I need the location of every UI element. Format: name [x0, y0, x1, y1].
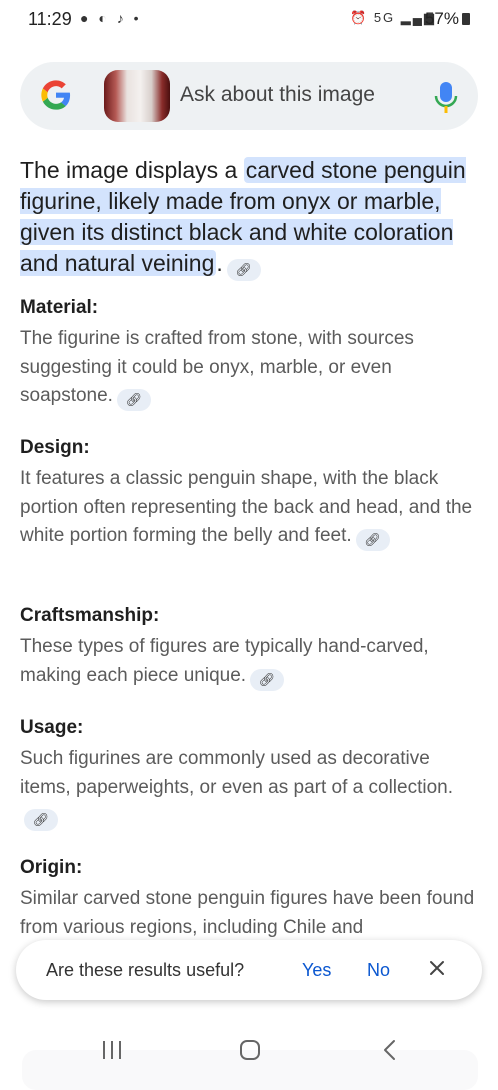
home-icon[interactable] — [239, 1039, 261, 1061]
section-body-text: Such figurines are commonly used as deco… — [20, 748, 454, 798]
status-bar: 11:29 ● ◐ ♪ • ⏰ 5G ▂▄▆ 57% — [0, 0, 498, 40]
source-link-icon[interactable]: 🔗︎ — [226, 259, 261, 281]
section-body-text: Similar carved stone penguin figures hav… — [20, 888, 475, 938]
source-link-icon[interactable]: 🔗︎ — [355, 529, 390, 551]
back-icon[interactable] — [382, 1039, 398, 1061]
close-icon[interactable] — [428, 959, 446, 977]
signal-icons: ⏰ 5G ▂▄▆ — [350, 10, 436, 25]
section-body: The figurine is crafted from stone, with… — [20, 325, 480, 411]
intro-text: The image displays a carved stone pengui… — [20, 155, 478, 281]
answer-intro: The image displays a carved stone pengui… — [20, 155, 478, 281]
google-logo-icon[interactable] — [40, 79, 72, 111]
section-body-text: It features a classic penguin shape, wit… — [20, 468, 473, 546]
recent-apps-icon[interactable] — [100, 1040, 124, 1060]
search-bar[interactable]: Ask about this image — [20, 62, 478, 130]
section-body-text: These types of figures are typically han… — [20, 636, 429, 686]
battery-icon — [462, 13, 470, 25]
source-link-icon[interactable]: 🔗︎ — [24, 809, 58, 831]
image-thumbnail[interactable] — [104, 70, 170, 122]
section-title: Usage: — [20, 717, 84, 738]
feedback-question: Are these results useful? — [46, 960, 245, 980]
section-body: Similar carved stone penguin figures hav… — [20, 885, 480, 942]
feedback-bar: Are these results useful? Yes No — [16, 940, 482, 1000]
section-usage: Usage: Such figurines are commonly used … — [20, 717, 480, 831]
status-time: 11:29 — [28, 9, 72, 29]
search-placeholder[interactable]: Ask about this image — [180, 83, 375, 107]
navigation-bar — [0, 1020, 498, 1080]
section-body: These types of figures are typically han… — [20, 633, 480, 691]
section-body: Such figurines are commonly used as deco… — [20, 745, 480, 831]
section-body-text: The figurine is crafted from stone, with… — [20, 328, 414, 406]
section-material: Material: The figurine is crafted from s… — [20, 297, 480, 411]
feedback-yes-button[interactable]: Yes — [302, 960, 331, 981]
section-title: Design: — [20, 437, 90, 458]
source-link-icon[interactable]: 🔗︎ — [250, 668, 285, 691]
intro-end: . — [216, 250, 223, 276]
intro-plain: The image displays a — [20, 157, 244, 183]
section-craftsmanship: Craftsmanship: These types of figures ar… — [20, 605, 480, 691]
feedback-no-button[interactable]: No — [367, 960, 390, 981]
section-title: Craftsmanship: — [20, 605, 160, 626]
section-title: Material: — [20, 297, 99, 318]
section-design: Design: It features a classic penguin sh… — [20, 437, 480, 551]
battery-indicator: 57% — [425, 9, 470, 29]
microphone-icon[interactable] — [434, 80, 458, 114]
section-title: Origin: — [20, 857, 83, 878]
source-link-icon[interactable]: 🔗︎ — [116, 389, 151, 411]
section-origin: Origin: Similar carved stone penguin fig… — [20, 857, 480, 942]
notification-icons: ● ◐ ♪ • — [80, 10, 142, 26]
battery-percent: 57% — [424, 9, 459, 28]
section-body: It features a classic penguin shape, wit… — [20, 465, 480, 551]
